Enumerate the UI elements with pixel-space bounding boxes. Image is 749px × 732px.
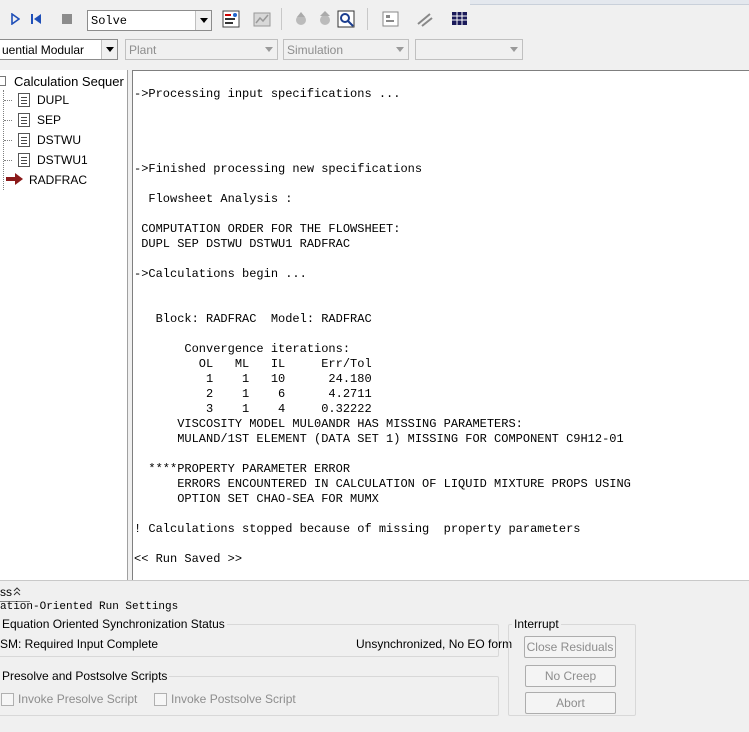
plant-value: Plant bbox=[129, 43, 157, 57]
chevron-down-icon bbox=[506, 40, 522, 59]
report-icon[interactable] bbox=[253, 10, 271, 28]
no-creep-button[interactable]: No Creep bbox=[525, 665, 616, 687]
control-panel-output[interactable]: ->Processing input specifications ... ->… bbox=[132, 70, 749, 580]
panel-title: ation-Oriented Run Settings bbox=[0, 601, 179, 613]
reconcile-icon[interactable] bbox=[292, 10, 310, 28]
tree-item-label: DSTWU bbox=[37, 133, 81, 147]
tree-item-radfrac[interactable]: RADFRAC bbox=[6, 171, 88, 189]
tab-progress[interactable]: ss bbox=[0, 583, 21, 601]
flowsheet-view-icon[interactable] bbox=[382, 10, 400, 28]
scripts-title: Presolve and Postsolve Scripts bbox=[0, 669, 170, 683]
document-icon bbox=[18, 133, 30, 147]
run-settings-panel: ss ation-Oriented Run Settings Equation … bbox=[0, 580, 749, 732]
chevron-down-icon bbox=[392, 40, 408, 59]
control-panel-icon[interactable] bbox=[222, 10, 240, 28]
tree-item-label: DSTWU1 bbox=[37, 153, 88, 167]
abort-button[interactable]: Abort bbox=[525, 692, 616, 714]
output-log-text: ->Processing input specifications ... ->… bbox=[134, 87, 631, 566]
presolve-checkbox[interactable]: Invoke Presolve Script bbox=[1, 692, 137, 706]
checkbox-box[interactable] bbox=[154, 692, 167, 706]
tree-item-dstwu1[interactable]: DSTWU1 bbox=[4, 151, 88, 169]
calculation-sequence-tree: Calculation Sequer DUPL SEP DSTWU DSTWU1… bbox=[0, 70, 128, 649]
simulation-select[interactable]: Simulation bbox=[283, 39, 409, 60]
step-back-icon[interactable] bbox=[27, 10, 45, 28]
presolve-label: Invoke Presolve Script bbox=[18, 692, 138, 706]
tree-item-label: DUPL bbox=[37, 93, 70, 107]
tree-item-label: SEP bbox=[37, 113, 62, 127]
postsolve-label: Invoke Postsolve Script bbox=[171, 692, 296, 706]
tree-item-sep[interactable]: SEP bbox=[4, 111, 62, 129]
tree-item-label: RADFRAC bbox=[29, 173, 88, 187]
tree-root-label: Calculation Sequer bbox=[14, 73, 124, 89]
document-icon bbox=[18, 93, 30, 107]
interrupt-title: Interrupt bbox=[512, 617, 561, 631]
solver-mode-select[interactable]: uential Modular bbox=[0, 39, 118, 60]
stop-icon[interactable] bbox=[58, 10, 76, 28]
title-strip bbox=[470, 0, 749, 5]
main-toolbar: Solve bbox=[0, 0, 749, 36]
run-mode-select[interactable]: Solve bbox=[87, 10, 212, 31]
tree-root[interactable]: Calculation Sequer bbox=[0, 72, 124, 90]
collapse-icon[interactable] bbox=[0, 76, 6, 86]
tree-item-dupl[interactable]: DUPL bbox=[4, 91, 70, 109]
empty-select[interactable] bbox=[415, 39, 523, 60]
simulation-value: Simulation bbox=[287, 43, 344, 57]
document-icon bbox=[18, 153, 30, 167]
arrow-right-icon bbox=[6, 172, 24, 189]
plant-select[interactable]: Plant bbox=[125, 39, 278, 60]
eo-status-right: Unsynchronized, No EO form bbox=[356, 637, 513, 651]
chevron-down-icon bbox=[261, 40, 277, 59]
send-to-icon[interactable] bbox=[316, 10, 334, 28]
checkbox-box[interactable] bbox=[1, 692, 14, 706]
grid-icon[interactable] bbox=[451, 10, 469, 28]
search-icon[interactable] bbox=[337, 10, 355, 28]
tab-label: ss bbox=[0, 585, 12, 599]
run-mode-value: Solve bbox=[91, 14, 128, 28]
solver-mode-value: uential Modular bbox=[2, 43, 85, 57]
chevron-down-icon bbox=[195, 11, 211, 30]
eo-sync-title: Equation Oriented Synchronization Status bbox=[0, 617, 227, 631]
postsolve-checkbox[interactable]: Invoke Postsolve Script bbox=[154, 692, 296, 706]
close-residuals-button[interactable]: Close Residuals bbox=[524, 636, 616, 658]
streams-icon[interactable] bbox=[416, 10, 434, 28]
eo-status-left: SM: Required Input Complete bbox=[0, 637, 159, 651]
double-chevron-up-icon bbox=[13, 585, 21, 599]
chevron-down-icon bbox=[101, 40, 117, 59]
run-play-icon[interactable] bbox=[6, 10, 24, 28]
tree-item-dstwu[interactable]: DSTWU bbox=[4, 131, 81, 149]
document-icon bbox=[18, 113, 30, 127]
